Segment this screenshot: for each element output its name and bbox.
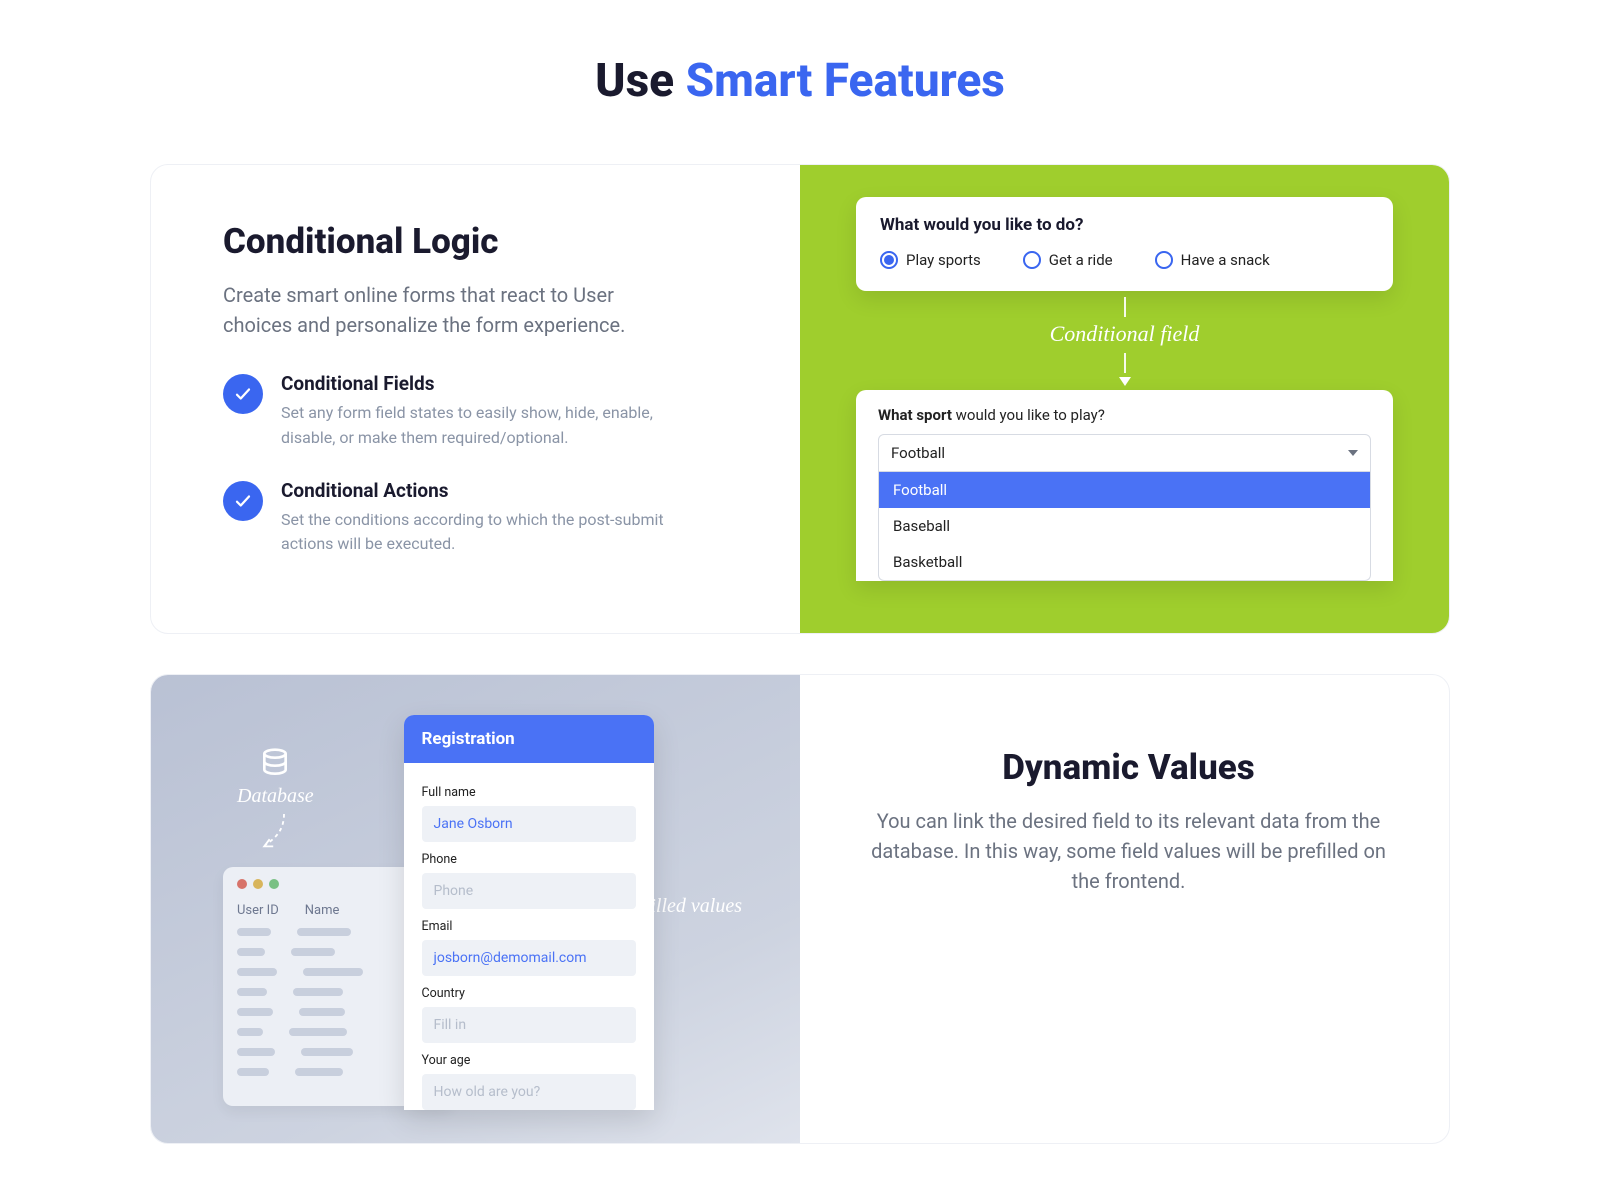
- fld-phone[interactable]: Phone: [422, 873, 636, 909]
- radio-play-sports[interactable]: Play sports: [880, 251, 981, 269]
- col-user-id: User ID: [237, 903, 279, 918]
- card2-title: Dynamic Values: [864, 747, 1393, 788]
- check-icon: [223, 481, 263, 521]
- radio-label: Get a ride: [1049, 251, 1113, 269]
- radio-label: Play sports: [906, 251, 981, 269]
- card2-lead: You can link the desired field to its re…: [869, 806, 1389, 896]
- card1-visual: What would you like to do? Play sports G…: [800, 165, 1449, 633]
- radio-dot-icon: [1023, 251, 1041, 269]
- bullet-conditional-actions: Conditional Actions Set the conditions a…: [223, 479, 736, 558]
- dot-yellow-icon: [253, 879, 263, 889]
- registration-form-mock: Registration Full name Jane Osborn Phone…: [404, 715, 654, 1110]
- option-basketball[interactable]: Basketball: [879, 544, 1370, 580]
- fld-label-age: Your age: [422, 1053, 636, 1068]
- bullet2-title: Conditional Actions: [281, 479, 736, 502]
- dot-green-icon: [269, 879, 279, 889]
- card2-visual: Database User ID: [151, 675, 800, 1143]
- chevron-down-icon: [1348, 450, 1358, 456]
- card-dynamic-values: Database User ID: [150, 674, 1450, 1144]
- dot-red-icon: [237, 879, 247, 889]
- card-conditional-logic: Conditional Logic Create smart online fo…: [150, 164, 1450, 634]
- fld-fullname[interactable]: Jane Osborn: [422, 806, 636, 842]
- card1-title: Conditional Logic: [223, 221, 736, 262]
- connector-line: [1124, 297, 1126, 317]
- select-options: Football Baseball Basketball: [878, 472, 1371, 581]
- fld-age[interactable]: How old are you?: [422, 1074, 636, 1110]
- fld-label-phone: Phone: [422, 852, 636, 867]
- database-annotation: Database: [237, 747, 314, 856]
- bullet-conditional-fields: Conditional Fields Set any form field st…: [223, 372, 736, 451]
- hand-label-conditional-field: Conditional field: [1050, 321, 1200, 347]
- fld-label-email: Email: [422, 919, 636, 934]
- sport-select[interactable]: Football: [878, 434, 1371, 472]
- select-value: Football: [891, 444, 945, 462]
- bullet2-desc: Set the conditions according to which th…: [281, 508, 701, 558]
- fld-label-country: Country: [422, 986, 636, 1001]
- col-name: Name: [305, 903, 340, 918]
- card1-lead: Create smart online forms that react to …: [223, 280, 683, 340]
- fld-email[interactable]: josborn@demomail.com: [422, 940, 636, 976]
- option-football[interactable]: Football: [879, 472, 1370, 508]
- page-title-accent: Smart Features: [686, 54, 1005, 108]
- bullet1-desc: Set any form field states to easily show…: [281, 401, 701, 451]
- check-icon: [223, 374, 263, 414]
- radio-dot-icon: [880, 251, 898, 269]
- page-title: Use Smart Features: [595, 54, 1005, 108]
- database-label: Database: [237, 785, 314, 808]
- arrow-down-icon: [1119, 377, 1131, 386]
- radio-have-a-snack[interactable]: Have a snack: [1155, 251, 1270, 269]
- bullet1-title: Conditional Fields: [281, 372, 736, 395]
- radio-get-a-ride[interactable]: Get a ride: [1023, 251, 1113, 269]
- demo-question-card: What would you like to do? Play sports G…: [856, 197, 1393, 291]
- card2-text-pane: Dynamic Values You can link the desired …: [800, 675, 1449, 1143]
- radio-label: Have a snack: [1181, 251, 1270, 269]
- card1-text-pane: Conditional Logic Create smart online fo…: [151, 165, 800, 633]
- radio-dot-icon: [1155, 251, 1173, 269]
- page-title-plain: Use: [595, 54, 685, 108]
- demo-q2-bold: What sport: [878, 406, 952, 424]
- demo-select-card: What sport would you like to play? Footb…: [856, 390, 1393, 581]
- demo-question2: What sport would you like to play?: [878, 406, 1371, 424]
- connector-arrow: [1119, 353, 1131, 386]
- reg-header: Registration: [404, 715, 654, 763]
- database-icon: [259, 747, 291, 783]
- demo-q2-rest: would you like to play?: [952, 406, 1105, 424]
- option-baseball[interactable]: Baseball: [879, 508, 1370, 544]
- arrow-curve-icon: [257, 812, 293, 856]
- demo-question1: What would you like to do?: [880, 215, 1369, 235]
- fld-label-fullname: Full name: [422, 785, 636, 800]
- fld-country[interactable]: Fill in: [422, 1007, 636, 1043]
